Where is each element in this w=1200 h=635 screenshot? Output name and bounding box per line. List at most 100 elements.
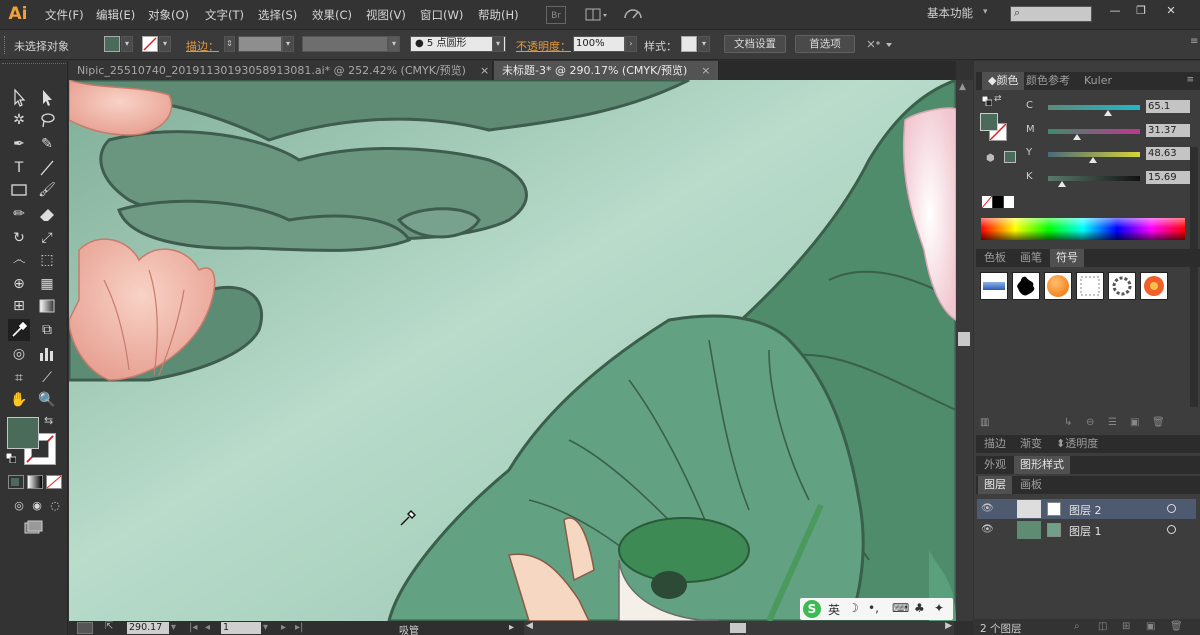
symbol-sprayer-tool-icon[interactable]: ◎	[8, 343, 30, 365]
lasso-tool-icon[interactable]	[36, 109, 58, 131]
mesh-tool-icon[interactable]: ⊞	[8, 295, 30, 317]
workspace-switcher[interactable]: 基本功能	[927, 5, 973, 21]
gpu-performance-icon[interactable]	[622, 6, 646, 24]
panel-menu-icon[interactable]: ≡	[1186, 75, 1194, 85]
bridge-icon[interactable]: Br	[546, 6, 566, 24]
selection-tool-icon[interactable]	[8, 87, 30, 109]
arrange-documents-icon[interactable]	[584, 6, 610, 24]
draw-inside-icon[interactable]: ◌	[44, 495, 66, 517]
artboard-tool-icon[interactable]: ⌗	[8, 367, 30, 389]
magenta-track[interactable]	[1048, 129, 1140, 134]
curvature-tool-icon[interactable]: ✎	[36, 133, 58, 155]
tab-nipic-document[interactable]: Nipic_25510740_20191130193058913081.ai* …	[69, 61, 493, 80]
magic-wand-tool-icon[interactable]: ✲	[8, 109, 30, 131]
delete-symbol-icon[interactable]: 🗑	[1152, 417, 1165, 428]
tab-symbols[interactable]: 符号	[1050, 249, 1084, 267]
scale-tool-icon[interactable]: ⤢	[36, 227, 58, 249]
share-icon[interactable]: ⇱	[105, 621, 113, 632]
document-setup-button[interactable]: 文档设置	[724, 35, 786, 53]
default-colors-icon[interactable]	[5, 452, 17, 464]
menu-select[interactable]: 选择(S)	[258, 7, 297, 23]
screen-mode-icon[interactable]	[22, 517, 44, 539]
color-spectrum[interactable]	[981, 218, 1185, 240]
dock-scrollbar[interactable]	[1190, 147, 1198, 407]
layer-name[interactable]: 图层 1	[1069, 523, 1102, 539]
graphic-style-dropdown[interactable]: ▾	[698, 36, 710, 52]
cyan-knob[interactable]	[1103, 110, 1112, 116]
eyedropper-tool-icon[interactable]	[8, 319, 30, 341]
minimize-button[interactable]: —	[1102, 4, 1128, 18]
stroke-dropdown[interactable]: ▾	[159, 36, 171, 52]
gradient-mode-icon[interactable]	[27, 475, 43, 489]
magenta-knob[interactable]	[1072, 134, 1081, 140]
menu-view[interactable]: 视图(V)	[366, 7, 406, 23]
scroll-right-icon[interactable]: ▶	[945, 621, 952, 631]
horizontal-scroll-thumb[interactable]	[730, 623, 746, 633]
clipping-mask-icon[interactable]: ◫	[1098, 621, 1107, 632]
tab-swatches[interactable]: 色板	[978, 249, 1012, 267]
opacity-label[interactable]: 不透明度：	[516, 38, 571, 54]
tab-artboards[interactable]: 画板	[1014, 476, 1048, 494]
stroke-weight-field[interactable]	[238, 36, 282, 52]
opacity-field[interactable]: 100%	[573, 36, 625, 52]
cyan-track[interactable]	[1048, 105, 1140, 110]
warp-tool-icon[interactable]: ෴	[8, 249, 30, 271]
type-tool-icon[interactable]: T	[8, 157, 30, 179]
menu-object[interactable]: 对象(O)	[148, 7, 189, 23]
rotate-tool-icon[interactable]: ↻	[8, 227, 30, 249]
close-window-button[interactable]: ✕	[1158, 4, 1184, 18]
zoom-tool-icon[interactable]: 🔍	[36, 389, 58, 411]
vertical-scroll-thumb[interactable]	[958, 332, 970, 346]
tab-color-guide[interactable]: 颜色参考	[1020, 72, 1076, 90]
artboard-field[interactable]: 1	[221, 622, 261, 634]
tab-stroke[interactable]: 描边	[978, 435, 1012, 453]
black-value-field[interactable]: 15.69	[1146, 171, 1190, 184]
profile-dropdown[interactable]: ▾	[388, 36, 400, 52]
layer-target-icon[interactable]	[1167, 504, 1176, 513]
panel-menu-icon[interactable]: ≡	[1190, 36, 1198, 47]
menu-help[interactable]: 帮助(H)	[478, 7, 519, 23]
fill-dropdown[interactable]: ▾	[121, 36, 133, 52]
menu-file[interactable]: 文件(F)	[45, 7, 84, 23]
stroke-swatch[interactable]	[142, 36, 158, 52]
perspective-grid-tool-icon[interactable]: ▦	[36, 273, 58, 295]
brush-dropdown[interactable]: ▾	[492, 36, 504, 52]
punctuation-icon[interactable]: •,	[868, 601, 879, 615]
frame-symbol[interactable]	[1076, 272, 1104, 300]
arrange-options-icon[interactable]	[866, 37, 894, 55]
orange-ball-symbol[interactable]	[1044, 272, 1072, 300]
ring-symbol[interactable]	[1108, 272, 1136, 300]
skin-icon[interactable]: ♣	[914, 601, 925, 615]
new-sublayer-icon[interactable]: ⊞	[1122, 621, 1130, 632]
tab-layers[interactable]: 图层	[978, 476, 1012, 494]
restore-button[interactable]: ❐	[1128, 4, 1154, 18]
locate-object-icon[interactable]: ⌕	[1074, 621, 1080, 632]
zoom-field[interactable]: 290.17	[127, 622, 169, 634]
tab-appearance[interactable]: 外观	[978, 456, 1012, 474]
status-menu-icon[interactable]: ▸	[509, 621, 514, 635]
keyboard-icon[interactable]: ⌨	[892, 601, 909, 615]
shape-builder-tool-icon[interactable]: ⊕	[8, 273, 30, 295]
tools-icon[interactable]: ✦	[934, 601, 944, 615]
screen-mode-status-icon[interactable]	[77, 622, 93, 634]
variable-width-profile[interactable]	[302, 36, 388, 52]
layer-row[interactable]: 👁 图层 1	[977, 520, 1196, 540]
yellow-knob[interactable]	[1088, 157, 1097, 163]
scroll-up-icon[interactable]: ▲	[959, 82, 966, 92]
rectangle-tool-icon[interactable]	[8, 179, 30, 201]
place-symbol-icon[interactable]: ↳	[1064, 417, 1072, 428]
sogou-logo[interactable]: S	[803, 600, 821, 618]
swap-fill-stroke-icon[interactable]: ⇆	[44, 414, 53, 427]
horizontal-scrollbar[interactable]: ◀ ▶	[524, 621, 954, 635]
tab-gradient[interactable]: 渐变	[1014, 435, 1048, 453]
tab-kuler[interactable]: Kuler	[1078, 72, 1118, 90]
hand-tool-icon[interactable]: ✋	[8, 389, 30, 411]
tab-untitled-3[interactable]: 未标题-3* @ 290.17% (CMYK/预览) ×	[494, 61, 719, 80]
panel-grip[interactable]	[4, 36, 7, 54]
first-artboard-icon[interactable]: |◂	[189, 621, 197, 635]
scroll-left-icon[interactable]: ◀	[526, 621, 533, 631]
menu-effect[interactable]: 效果(C)	[312, 7, 352, 23]
tab-transparency[interactable]: ⬍透明度	[1050, 435, 1104, 453]
free-transform-tool-icon[interactable]: ⬚	[36, 249, 58, 271]
chevron-down-icon[interactable]: ▾	[983, 7, 988, 17]
